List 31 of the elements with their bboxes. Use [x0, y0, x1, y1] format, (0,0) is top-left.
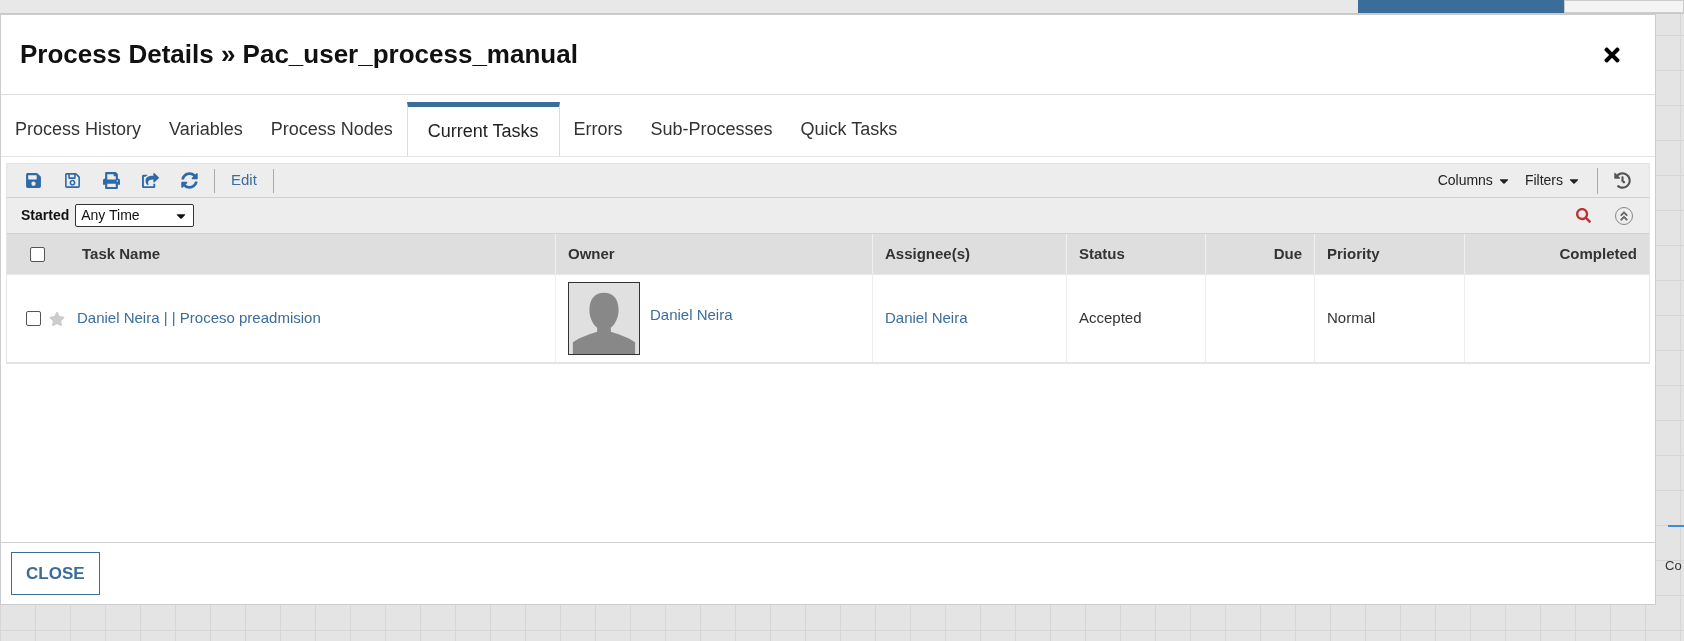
search-icon[interactable]	[1576, 208, 1591, 223]
column-header[interactable]: Task Name	[69, 234, 555, 274]
column-header[interactable]: Owner	[555, 234, 872, 274]
task-link[interactable]: Daniel Neira | | Proceso preadmision	[77, 307, 321, 330]
column-header[interactable]: Status	[1066, 234, 1205, 274]
filters-dropdown[interactable]: Filters	[1524, 170, 1581, 191]
print-icon[interactable]	[103, 172, 120, 189]
status-cell-text: Accepted	[1079, 308, 1142, 329]
owner-link[interactable]: Daniel Neira	[650, 304, 733, 327]
edit-button[interactable]: Edit	[231, 169, 257, 192]
filter-label: Started	[21, 206, 70, 225]
dialog-title: Process Details » Pac_user_process_manual	[20, 38, 578, 71]
star-icon[interactable]	[48, 310, 65, 327]
column-header[interactable]: Assignee(s)	[872, 234, 1066, 274]
select-all-checkbox[interactable]	[30, 246, 45, 262]
refresh-icon[interactable]	[181, 172, 198, 189]
history-icon[interactable]	[1614, 172, 1631, 189]
row-checkbox[interactable]	[25, 311, 41, 326]
column-header[interactable]: Completed	[1464, 234, 1649, 274]
share-icon[interactable]	[142, 172, 159, 189]
column-header[interactable]: Due	[1205, 234, 1314, 274]
close-button[interactable]: CLOSE	[11, 552, 100, 595]
save-as-icon[interactable]	[64, 172, 81, 189]
priority-cell-text: Normal	[1327, 308, 1376, 329]
tab[interactable]: Current Tasks	[406, 102, 560, 156]
column-header[interactable]: Priority	[1314, 234, 1464, 274]
assignee-link[interactable]: Daniel Neira	[885, 307, 968, 330]
canvas-label: Co	[1665, 557, 1682, 575]
columns-dropdown[interactable]: Columns	[1437, 170, 1511, 191]
save-icon[interactable]	[25, 172, 42, 189]
time-select[interactable]: Any Time	[75, 204, 195, 227]
